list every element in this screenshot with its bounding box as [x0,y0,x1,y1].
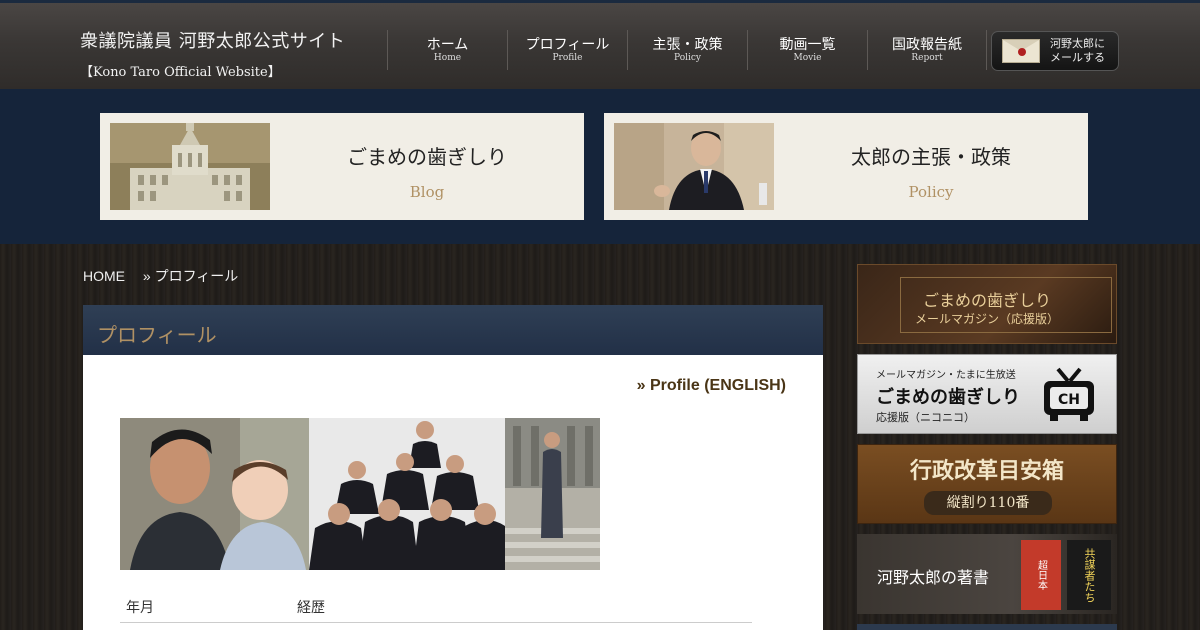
mail-magazine-banner[interactable]: ごまめの歯ぎしり メールマガジン（応援版） [857,264,1117,344]
diet-building-image [110,123,270,210]
policy-subtitle: Policy [908,183,954,201]
nav-label: 動画一覧 [779,36,836,53]
page-title: プロフィール [97,323,217,347]
nav-item-profile[interactable]: プロフィール Profile [507,30,627,70]
reform-box-banner[interactable]: 行政改革目安箱 縦割り110番 [857,444,1117,524]
policy-title: 太郎の主張・政策 [851,145,1011,169]
book-cover: 超日本 [1021,540,1061,610]
banner-caption: メールマガジン・たまに生放送 [876,370,1016,381]
policy-feature-card[interactable]: 太郎の主張・政策 Policy [604,113,1088,220]
group-photo [309,418,505,570]
site-title[interactable]: 衆議院議員 河野太郎公式サイト [80,27,345,53]
sidebar-banner-partial[interactable] [857,624,1117,630]
history-table-header: 年月 経歴 [120,593,752,623]
books-banner[interactable]: 河野太郎の著書 超日本 共謀者たち [857,534,1117,614]
breadcrumb-home[interactable]: HOME [83,268,125,284]
nav-sublabel: Profile [552,52,583,63]
breadcrumb: HOME » プロフィール [83,266,252,286]
banner-title: 行政改革目安箱 [909,458,1064,484]
speaker-photo [614,123,774,210]
niconico-tv-icon: CH [1040,365,1098,423]
banner-title: 河野太郎の著書 [877,568,990,587]
banner-title: ごまめの歯ぎしり [922,291,1051,310]
feature-band: ごまめの歯ぎしり Blog 太郎の主張・政策 Policy [0,89,1200,244]
blog-subtitle: Blog [409,183,445,201]
niconico-banner[interactable]: メールマガジン・たまに生放送 ごまめの歯ぎしり 応援版（ニコニコ） CH [857,354,1117,434]
book-title: 共謀者たち [1083,547,1096,603]
banner-subtitle: 縦割り110番 [924,491,1052,515]
nav-sublabel: Report [911,52,943,63]
nav-item-movie[interactable]: 動画一覧 Movie [747,30,867,70]
book-cover: 共謀者たち [1067,540,1111,610]
nav-label: 主張・政策 [652,36,723,53]
column-header-career: 経歴 [297,600,325,616]
mail-label-line1: 河野太郎に [1050,37,1105,50]
envelope-icon [1002,39,1040,63]
column-header-date: 年月 [126,600,154,616]
profile-photos [120,418,600,570]
blog-feature-card[interactable]: ごまめの歯ぎしり Blog [100,113,584,220]
site-subtitle: 【Kono Taro Official Website】 [80,65,281,80]
nav-label: 国政報告紙 [892,36,962,53]
diet-steps-photo [505,418,600,570]
banner-subtitle: 応援版（ニコニコ） [876,411,975,424]
nav-sublabel: Home [433,52,462,63]
photo-with-child [120,418,309,570]
nav-item-report[interactable]: 国政報告紙 Report [867,30,987,70]
tv-icon-text: CH [1058,392,1080,408]
mail-label-line2: メールする [1050,51,1105,64]
nav-label: プロフィール [525,36,610,53]
nav-item-home[interactable]: ホーム Home [387,30,507,70]
blog-title: ごまめの歯ぎしり [347,145,507,169]
book-title: 超日本 [1035,560,1047,590]
site-header: 衆議院議員 河野太郎公式サイト 【Kono Taro Official Webs… [0,0,1200,89]
banner-title: ごまめの歯ぎしり [876,387,1020,408]
breadcrumb-current: » プロフィール [142,268,239,284]
nav-sublabel: Movie [793,52,822,63]
mail-button-label: 河野太郎に メールする [1050,37,1105,65]
profile-english-link[interactable]: » Profile (ENGLISH) [637,377,786,395]
profile-panel: プロフィール » Profile (ENGLISH) 年月 経歴 [83,305,823,630]
banner-subtitle: メールマガジン（応援版） [914,312,1059,326]
nav-label: ホーム [426,36,469,53]
main-nav: ホーム Home プロフィール Profile 主張・政策 Policy 動画一… [387,30,987,70]
nav-item-policy[interactable]: 主張・政策 Policy [627,30,747,70]
nav-sublabel: Policy [674,52,701,63]
mail-button[interactable]: 河野太郎に メールする [991,31,1119,71]
